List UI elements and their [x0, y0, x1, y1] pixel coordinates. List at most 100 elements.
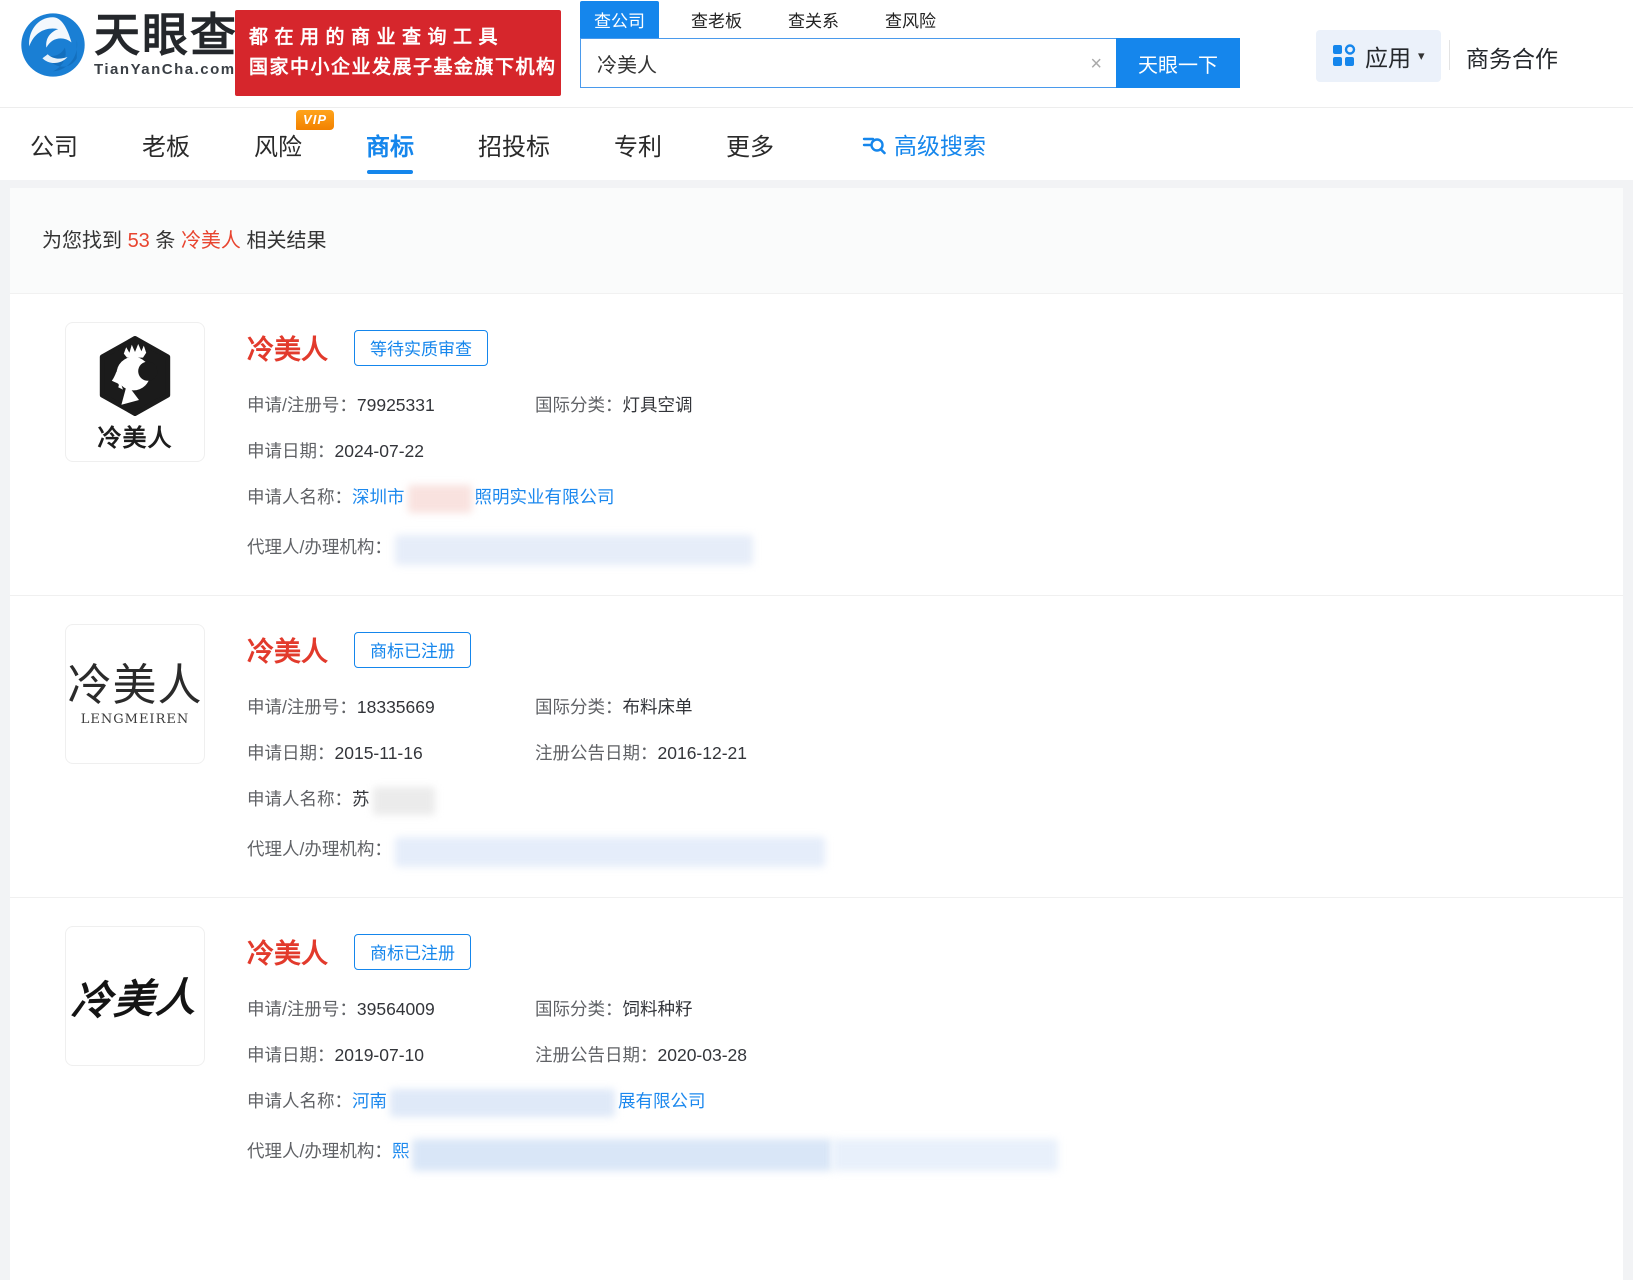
advanced-search-button[interactable]: 高级搜索 [862, 127, 986, 161]
redacted-text [408, 485, 472, 513]
promo-line-2: 国家中小企业发展子基金旗下机构 [249, 53, 547, 83]
trademark-name-link[interactable]: 冷美人 [247, 630, 328, 669]
apply-date-label: 申请日期： [247, 441, 335, 461]
reg-no-value: 79925331 [357, 395, 435, 415]
advanced-search-label: 高级搜索 [894, 127, 986, 161]
summary-suffix: 相关结果 [241, 230, 327, 252]
promo-banner: 都在用的商业查询工具 国家中小企业发展子基金旗下机构 [235, 10, 561, 96]
search-area: 查公司 查老板 查关系 查风险 × 天眼一下 [580, 4, 1240, 88]
search-box: × 天眼一下 [580, 38, 1240, 88]
trademark-name-link[interactable]: 冷美人 [247, 328, 328, 367]
apps-menu-button[interactable]: 应用 ▾ [1316, 30, 1441, 82]
trademark-image-serif[interactable]: 冷美人 LENGMEIREN [65, 624, 205, 764]
reg-no-value: 18335669 [357, 697, 435, 717]
intl-class-label: 国际分类： [535, 697, 623, 717]
trademark-image-subtext: LENGMEIREN [81, 712, 189, 727]
tab-risk-label: 风险 [254, 127, 302, 162]
trademark-name-link[interactable]: 冷美人 [247, 932, 328, 971]
vip-badge: VIP [296, 110, 334, 130]
apply-date-value: 2024-07-22 [335, 441, 425, 461]
summary-mid: 条 [150, 230, 181, 252]
tianyancha-logo[interactable]: 天眼查 TianYanCha.com [20, 12, 238, 78]
brand-domain: TianYanCha.com [94, 61, 238, 78]
apply-date-label: 申请日期： [247, 743, 335, 763]
status-badge: 商标已注册 [354, 934, 471, 970]
result-type-nav: 公司 老板 风险 VIP 商标 招投标 专利 更多 高级搜索 [0, 108, 1633, 180]
intl-class-label: 国际分类： [535, 395, 623, 415]
agent-link[interactable]: 熙 [392, 1139, 410, 1171]
applicant-label: 申请人名称： [247, 787, 352, 815]
intl-class-value: 布料床单 [623, 697, 693, 717]
promo-line-1: 都在用的商业查询工具 [249, 23, 547, 53]
pub-date-value: 2020-03-28 [658, 1045, 748, 1065]
search-submit-button[interactable]: 天眼一下 [1116, 38, 1240, 88]
redacted-text [390, 1089, 615, 1117]
agent-label: 代理人/办理机构： [247, 837, 392, 867]
apps-grid-icon [1332, 44, 1356, 68]
trademark-image-script[interactable]: 冷美人 [65, 926, 205, 1066]
trademark-image-text: 冷美人 [68, 662, 203, 710]
applicant-name: 苏 [352, 787, 370, 815]
search-input[interactable] [581, 39, 1116, 87]
tab-risk[interactable]: 风险 VIP [254, 108, 302, 180]
header-divider [1449, 40, 1450, 70]
applicant-link[interactable]: 照明实业有限公司 [475, 485, 615, 513]
search-tabs: 查公司 查老板 查关系 查风险 [580, 4, 1240, 38]
tab-bidding[interactable]: 招投标 [478, 108, 550, 180]
trademark-result-card: 冷美人 冷美人 等待实质审查 申请/注册号：79925331 国际分类：灯具空调… [10, 294, 1623, 595]
intl-class-label: 国际分类： [535, 999, 623, 1019]
clear-search-icon[interactable]: × [1090, 52, 1102, 76]
redacted-text [373, 787, 435, 815]
intl-class-value: 饲料种籽 [623, 999, 693, 1019]
applicant-label: 申请人名称： [247, 1089, 352, 1117]
applicant-link[interactable]: 深圳市 [352, 485, 405, 513]
pub-date-label: 注册公告日期： [535, 1045, 658, 1065]
advanced-search-icon [862, 132, 886, 156]
trademark-image-text: 冷美人 [70, 965, 200, 1027]
results-panel: 为您找到 53 条 冷美人 相关结果 冷美人 冷美人 等待实质审查 申请/注册号 [10, 188, 1623, 1280]
agent-label: 代理人/办理机构： [247, 1139, 392, 1171]
reg-no-label: 申请/注册号： [247, 999, 357, 1019]
reg-no-label: 申请/注册号： [247, 395, 357, 415]
applicant-link[interactable]: 河南 [352, 1089, 387, 1117]
intl-class-value: 灯具空调 [623, 395, 693, 415]
apply-date-value: 2015-11-16 [335, 743, 423, 763]
site-header: 天眼查 TianYanCha.com 都在用的商业查询工具 国家中小企业发展子基… [0, 0, 1633, 108]
trademark-image-queen[interactable]: 冷美人 [65, 322, 205, 462]
trademark-image-caption: 冷美人 [98, 418, 173, 453]
apply-date-value: 2019-07-10 [335, 1045, 425, 1065]
queen-hexagon-icon [91, 336, 179, 416]
reg-no-value: 39564009 [357, 999, 435, 1019]
tab-more[interactable]: 更多 [726, 108, 774, 180]
search-tab-risk[interactable]: 查风险 [871, 1, 950, 38]
redacted-text [395, 535, 753, 565]
summary-keyword: 冷美人 [181, 230, 241, 252]
reg-no-label: 申请/注册号： [247, 697, 357, 717]
agent-label: 代理人/办理机构： [247, 535, 392, 565]
tab-patent[interactable]: 专利 [614, 108, 662, 180]
tianyancha-eye-icon [20, 12, 86, 78]
summary-count: 53 [128, 230, 150, 252]
redacted-text [833, 1139, 1058, 1171]
search-input-wrap: × [580, 38, 1116, 88]
results-summary-bar: 为您找到 53 条 冷美人 相关结果 [10, 188, 1623, 294]
apply-date-label: 申请日期： [247, 1045, 335, 1065]
trademark-result-card: 冷美人 LENGMEIREN 冷美人 商标已注册 申请/注册号：18335669… [10, 595, 1623, 897]
apps-label: 应用 [1365, 39, 1411, 73]
applicant-link[interactable]: 展有限公司 [618, 1089, 706, 1117]
business-cooperation-link[interactable]: 商务合作 [1466, 40, 1558, 74]
pub-date-value: 2016-12-21 [658, 743, 748, 763]
search-tab-relation[interactable]: 查关系 [774, 1, 853, 38]
redacted-text [412, 1139, 832, 1171]
pub-date-label: 注册公告日期： [535, 743, 658, 763]
tab-trademark[interactable]: 商标 [366, 108, 414, 180]
tab-company[interactable]: 公司 [30, 108, 78, 180]
brand-name: 天眼查 [94, 12, 238, 58]
summary-prefix: 为您找到 [42, 230, 128, 252]
applicant-label: 申请人名称： [247, 485, 352, 513]
caret-down-icon: ▾ [1418, 48, 1425, 64]
tab-boss[interactable]: 老板 [142, 108, 190, 180]
status-badge: 商标已注册 [354, 632, 471, 668]
search-tab-company[interactable]: 查公司 [580, 1, 659, 38]
search-tab-boss[interactable]: 查老板 [677, 1, 756, 38]
